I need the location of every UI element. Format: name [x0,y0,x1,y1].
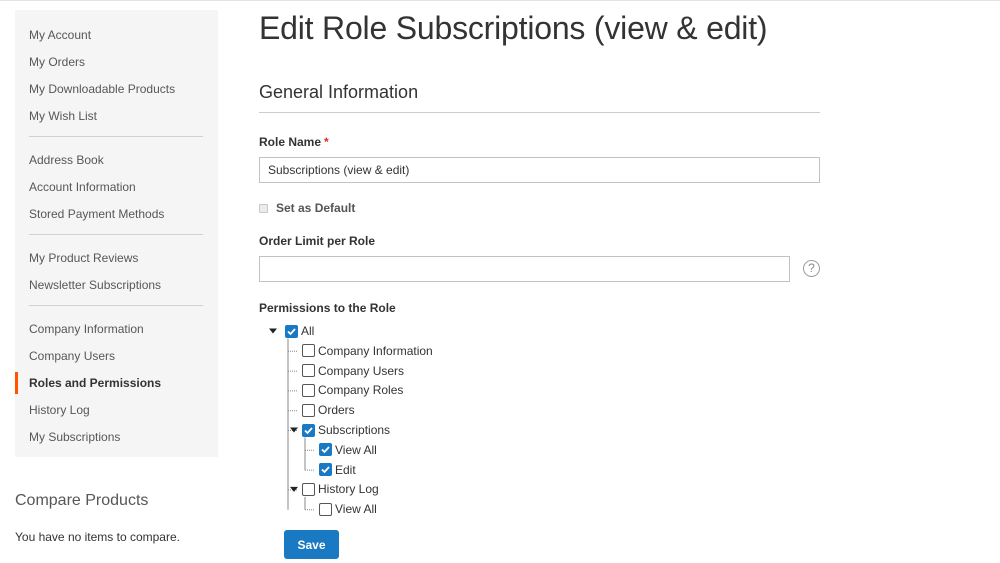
expanded-arrow-icon[interactable] [269,328,277,334]
permission-label[interactable]: All [301,324,314,338]
order-limit-input[interactable] [259,256,790,282]
role-name-input[interactable] [259,157,820,183]
role-name-label: Role Name * [259,135,329,149]
sidebar-item[interactable]: Stored Payment Methods [15,203,218,230]
permission-node: Edit [319,462,356,478]
unchecked-checkbox[interactable] [302,482,315,496]
page-title: Edit Role Subscriptions (view & edit) [259,10,768,46]
sidebar-item[interactable]: My Product Reviews [15,247,218,274]
checkmark-icon [304,426,313,434]
set-as-default-label: Set as Default [276,201,356,215]
sidebar-item[interactable]: Roles and Permissions [15,372,218,399]
permission-label[interactable]: Company Roles [318,383,403,397]
set-as-default-row: Set as Default [259,200,355,216]
sidebar-item[interactable]: Company Information [15,318,218,345]
permission-node: View All [319,501,377,517]
sidebar-item[interactable]: My Downloadable Products [15,78,218,105]
sidebar-item[interactable]: My Orders [15,51,218,78]
sidebar-separator [29,305,203,306]
permission-label[interactable]: Company Information [318,344,433,358]
required-marker: * [324,135,329,149]
unchecked-checkbox[interactable] [302,344,315,358]
permission-label[interactable]: Edit [335,463,356,477]
sidebar-item[interactable]: My Subscriptions [15,426,218,453]
permission-label[interactable]: View All [335,502,377,516]
sidebar-item[interactable]: My Account [15,24,218,51]
permission-node: History Log [302,481,379,497]
permissions-label: Permissions to the Role [259,301,396,315]
permission-node: Orders [302,402,355,418]
sidebar-separator [29,234,203,235]
checked-checkbox[interactable] [319,463,332,477]
checked-checkbox[interactable] [285,324,298,338]
order-limit-label: Order Limit per Role [259,234,376,248]
compare-empty-message: You have no items to compare. [15,530,180,544]
sidebar-item[interactable]: Newsletter Subscriptions [15,274,218,301]
section-divider [259,112,820,113]
permission-label[interactable]: Company Users [318,364,404,378]
permission-node: All [285,323,314,339]
permission-label[interactable]: History Log [318,482,379,496]
permission-label[interactable]: View All [335,443,377,457]
account-sidebar: My Account My Orders My Downloadable Produ… [15,10,218,457]
sidebar-item[interactable]: Address Book [15,149,218,176]
checkmark-icon [321,446,330,454]
permission-node: View All [319,442,377,458]
expanded-arrow-icon[interactable] [290,427,298,433]
permission-label[interactable]: Subscriptions [318,423,390,437]
sidebar-separator [29,136,203,137]
sidebar-item[interactable]: Company Users [15,345,218,372]
sidebar-item[interactable]: Account Information [15,176,218,203]
permission-label[interactable]: Orders [318,403,355,417]
permission-node: Subscriptions [302,422,390,438]
checked-checkbox[interactable] [302,423,315,437]
sidebar-item[interactable]: My Wish List [15,105,218,132]
compare-products-title: Compare Products [15,492,149,509]
top-divider [0,0,1000,1]
save-button[interactable]: Save [284,530,339,559]
unchecked-checkbox[interactable] [302,403,315,417]
general-information-title: General Information [259,82,419,102]
checkmark-icon [287,327,296,335]
permission-node: Company Roles [302,382,403,398]
checkmark-icon [321,466,330,474]
unchecked-checkbox[interactable] [319,502,332,516]
permission-node: Company Information [302,343,433,359]
sidebar-item[interactable]: History Log [15,399,218,426]
permission-node: Company Users [302,363,404,379]
checked-checkbox[interactable] [319,443,332,457]
help-icon[interactable]: ? [803,260,820,277]
unchecked-checkbox[interactable] [302,364,315,378]
unchecked-checkbox[interactable] [302,383,315,397]
expanded-arrow-icon[interactable] [290,486,298,492]
set-as-default-checkbox[interactable] [259,203,268,213]
